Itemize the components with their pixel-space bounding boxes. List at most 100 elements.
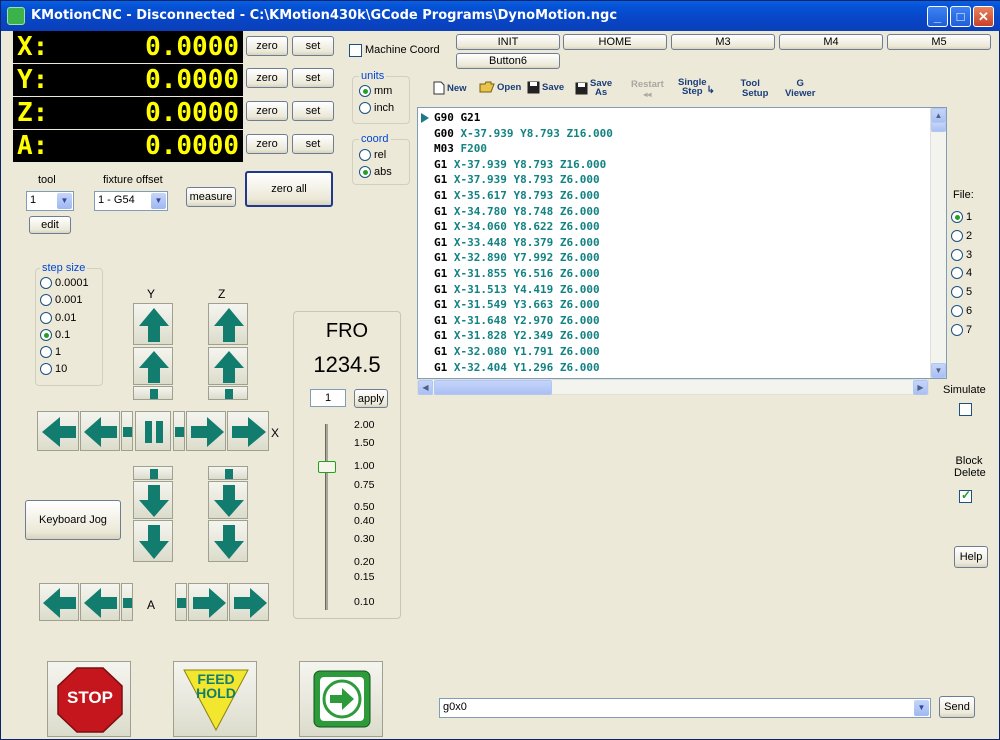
scroll-up-icon: ▲ — [931, 108, 946, 123]
jog-x-minus-fast-button[interactable] — [37, 411, 79, 451]
file-4-radio[interactable]: 4 — [951, 267, 972, 279]
radio-icon — [359, 149, 371, 161]
help-button[interactable]: Help — [954, 546, 988, 568]
set-a-button[interactable]: set — [292, 134, 334, 154]
jog-z-minus-step-button[interactable] — [208, 466, 248, 480]
radio-selected-icon — [359, 166, 371, 178]
fixture-offset-select[interactable]: 1 - G54 ▼ — [94, 191, 168, 211]
file-2-radio[interactable]: 2 — [951, 230, 972, 242]
fro-apply-button[interactable]: apply — [354, 389, 388, 408]
gcode-vertical-scrollbar[interactable]: ▲ ▼ — [930, 108, 946, 378]
home-button[interactable]: HOME — [563, 34, 667, 50]
measure-button[interactable]: measure — [186, 187, 236, 207]
zero-x-button[interactable]: zero — [246, 36, 288, 56]
fro-input[interactable]: 1 — [310, 389, 346, 407]
set-y-button[interactable]: set — [292, 68, 334, 88]
jog-z-plus-fast-button[interactable] — [208, 303, 248, 345]
jog-x-minus-button[interactable] — [80, 411, 120, 451]
jog-z-minus-button[interactable] — [208, 481, 248, 519]
file-1-radio[interactable]: 1 — [951, 211, 972, 223]
zero-z-button[interactable]: zero — [246, 101, 288, 121]
jog-y-minus-fast-button[interactable] — [133, 520, 173, 562]
coord-rel-radio[interactable]: rel — [359, 149, 386, 161]
step-0.001-radio[interactable]: 0.001 — [40, 294, 83, 306]
zero-y-button[interactable]: zero — [246, 68, 288, 88]
gcode-line: G1 X-37.939 Y8.793 Z16.000 — [434, 157, 607, 171]
feed-hold-button[interactable]: FEED HOLD — [173, 661, 257, 737]
close-button[interactable]: ✕ — [973, 6, 994, 27]
arrow-left-icon — [84, 588, 117, 618]
gcode-horizontal-scrollbar[interactable]: ◀ ▶ — [417, 379, 929, 395]
m4-button[interactable]: M4 — [779, 34, 883, 50]
jog-z-plus-button[interactable] — [208, 347, 248, 385]
save-file-button[interactable]: Save — [527, 81, 564, 94]
set-x-button[interactable]: set — [292, 36, 334, 56]
gcode-line: G00 X-37.939 Y8.793 Z16.000 — [434, 126, 613, 140]
fro-slider-thumb[interactable] — [318, 461, 336, 473]
tool-edit-button[interactable]: edit — [29, 216, 71, 234]
set-z-button[interactable]: set — [292, 101, 334, 121]
jog-y-plus-step-button[interactable] — [133, 386, 173, 400]
single-step-button[interactable]: Single Step ↳ — [678, 77, 715, 96]
jog-y-minus-button[interactable] — [133, 481, 173, 519]
step-10-radio[interactable]: 10 — [40, 363, 67, 375]
button6[interactable]: Button6 — [456, 53, 560, 69]
jog-a-minus-step-button[interactable] — [121, 583, 133, 621]
jog-a-minus-fast-button[interactable] — [39, 583, 79, 621]
jog-x-plus-step-button[interactable] — [173, 411, 185, 451]
init-button[interactable]: INIT — [456, 34, 560, 50]
title-bar[interactable]: KMotionCNC - Disconnected - C:\KMotion43… — [1, 1, 1000, 31]
simulate-checkbox[interactable] — [959, 403, 972, 416]
jog-a-minus-button[interactable] — [80, 583, 120, 621]
g-viewer-button[interactable]: G Viewer — [785, 79, 815, 99]
tool-select[interactable]: 1 ▼ — [26, 191, 74, 211]
block-delete-checkbox[interactable] — [959, 488, 972, 503]
command-input[interactable]: g0x0 ▼ — [439, 698, 931, 718]
units-mm-radio[interactable]: mm — [359, 85, 392, 97]
maximize-button[interactable]: □ — [950, 6, 971, 27]
fro-tick: 2.00 — [354, 419, 375, 431]
jog-y-minus-step-button[interactable] — [133, 466, 173, 480]
jog-a-plus-fast-button[interactable] — [229, 583, 269, 621]
jog-a-plus-button[interactable] — [188, 583, 228, 621]
arrow-up-icon — [214, 351, 244, 383]
arrow-down-icon — [214, 485, 244, 517]
jog-z-plus-step-button[interactable] — [208, 386, 248, 400]
jog-y-plus-fast-button[interactable] — [133, 303, 173, 345]
units-inch-radio[interactable]: inch — [359, 102, 394, 114]
step-1-radio[interactable]: 1 — [40, 346, 61, 358]
step-0.01-radio[interactable]: 0.01 — [40, 312, 76, 324]
jog-x-plus-fast-button[interactable] — [227, 411, 269, 451]
file-6-radio[interactable]: 6 — [951, 305, 972, 317]
file-7-radio[interactable]: 7 — [951, 324, 972, 336]
new-file-button[interactable]: New — [433, 81, 467, 95]
jog-a-plus-step-button[interactable] — [175, 583, 187, 621]
file-5-radio[interactable]: 5 — [951, 286, 972, 298]
zero-a-button[interactable]: zero — [246, 134, 288, 154]
gcode-editor[interactable]: G90 G21 G00 X-37.939 Y8.793 Z16.000 M03 F2… — [417, 107, 947, 379]
jog-x-plus-button[interactable] — [186, 411, 226, 451]
step-0.0001-radio[interactable]: 0.0001 — [40, 277, 89, 289]
zero-all-button[interactable]: zero all — [245, 171, 333, 207]
machine-coord-checkbox[interactable] — [349, 44, 362, 57]
minimize-button[interactable]: _ — [927, 6, 948, 27]
jog-y-plus-button[interactable] — [133, 347, 173, 385]
open-file-button[interactable]: Open — [479, 81, 521, 93]
file-3-radio[interactable]: 3 — [951, 249, 972, 261]
cycle-start-button[interactable] — [299, 661, 383, 737]
jog-z-minus-fast-button[interactable] — [208, 520, 248, 562]
m5-button[interactable]: M5 — [887, 34, 991, 50]
send-button[interactable]: Send — [939, 696, 975, 718]
coord-abs-radio[interactable]: abs — [359, 166, 392, 178]
restart-button[interactable]: Restart ◂◂ — [631, 79, 664, 99]
m3-button[interactable]: M3 — [671, 34, 775, 50]
step-0.1-radio[interactable]: 0.1 — [40, 329, 70, 341]
tool-setup-button[interactable]: Tool Setup — [732, 79, 769, 99]
jog-pause-button[interactable] — [135, 411, 171, 451]
jog-x-minus-step-button[interactable] — [121, 411, 133, 451]
dro-z-value: 0.0000 — [145, 98, 239, 128]
save-as-button[interactable]: Save As — [575, 79, 612, 97]
keyboard-jog-button[interactable]: Keyboard Jog — [25, 500, 121, 540]
dro-x: X: 0.0000 — [13, 31, 243, 63]
stop-button[interactable]: STOP — [47, 661, 131, 737]
